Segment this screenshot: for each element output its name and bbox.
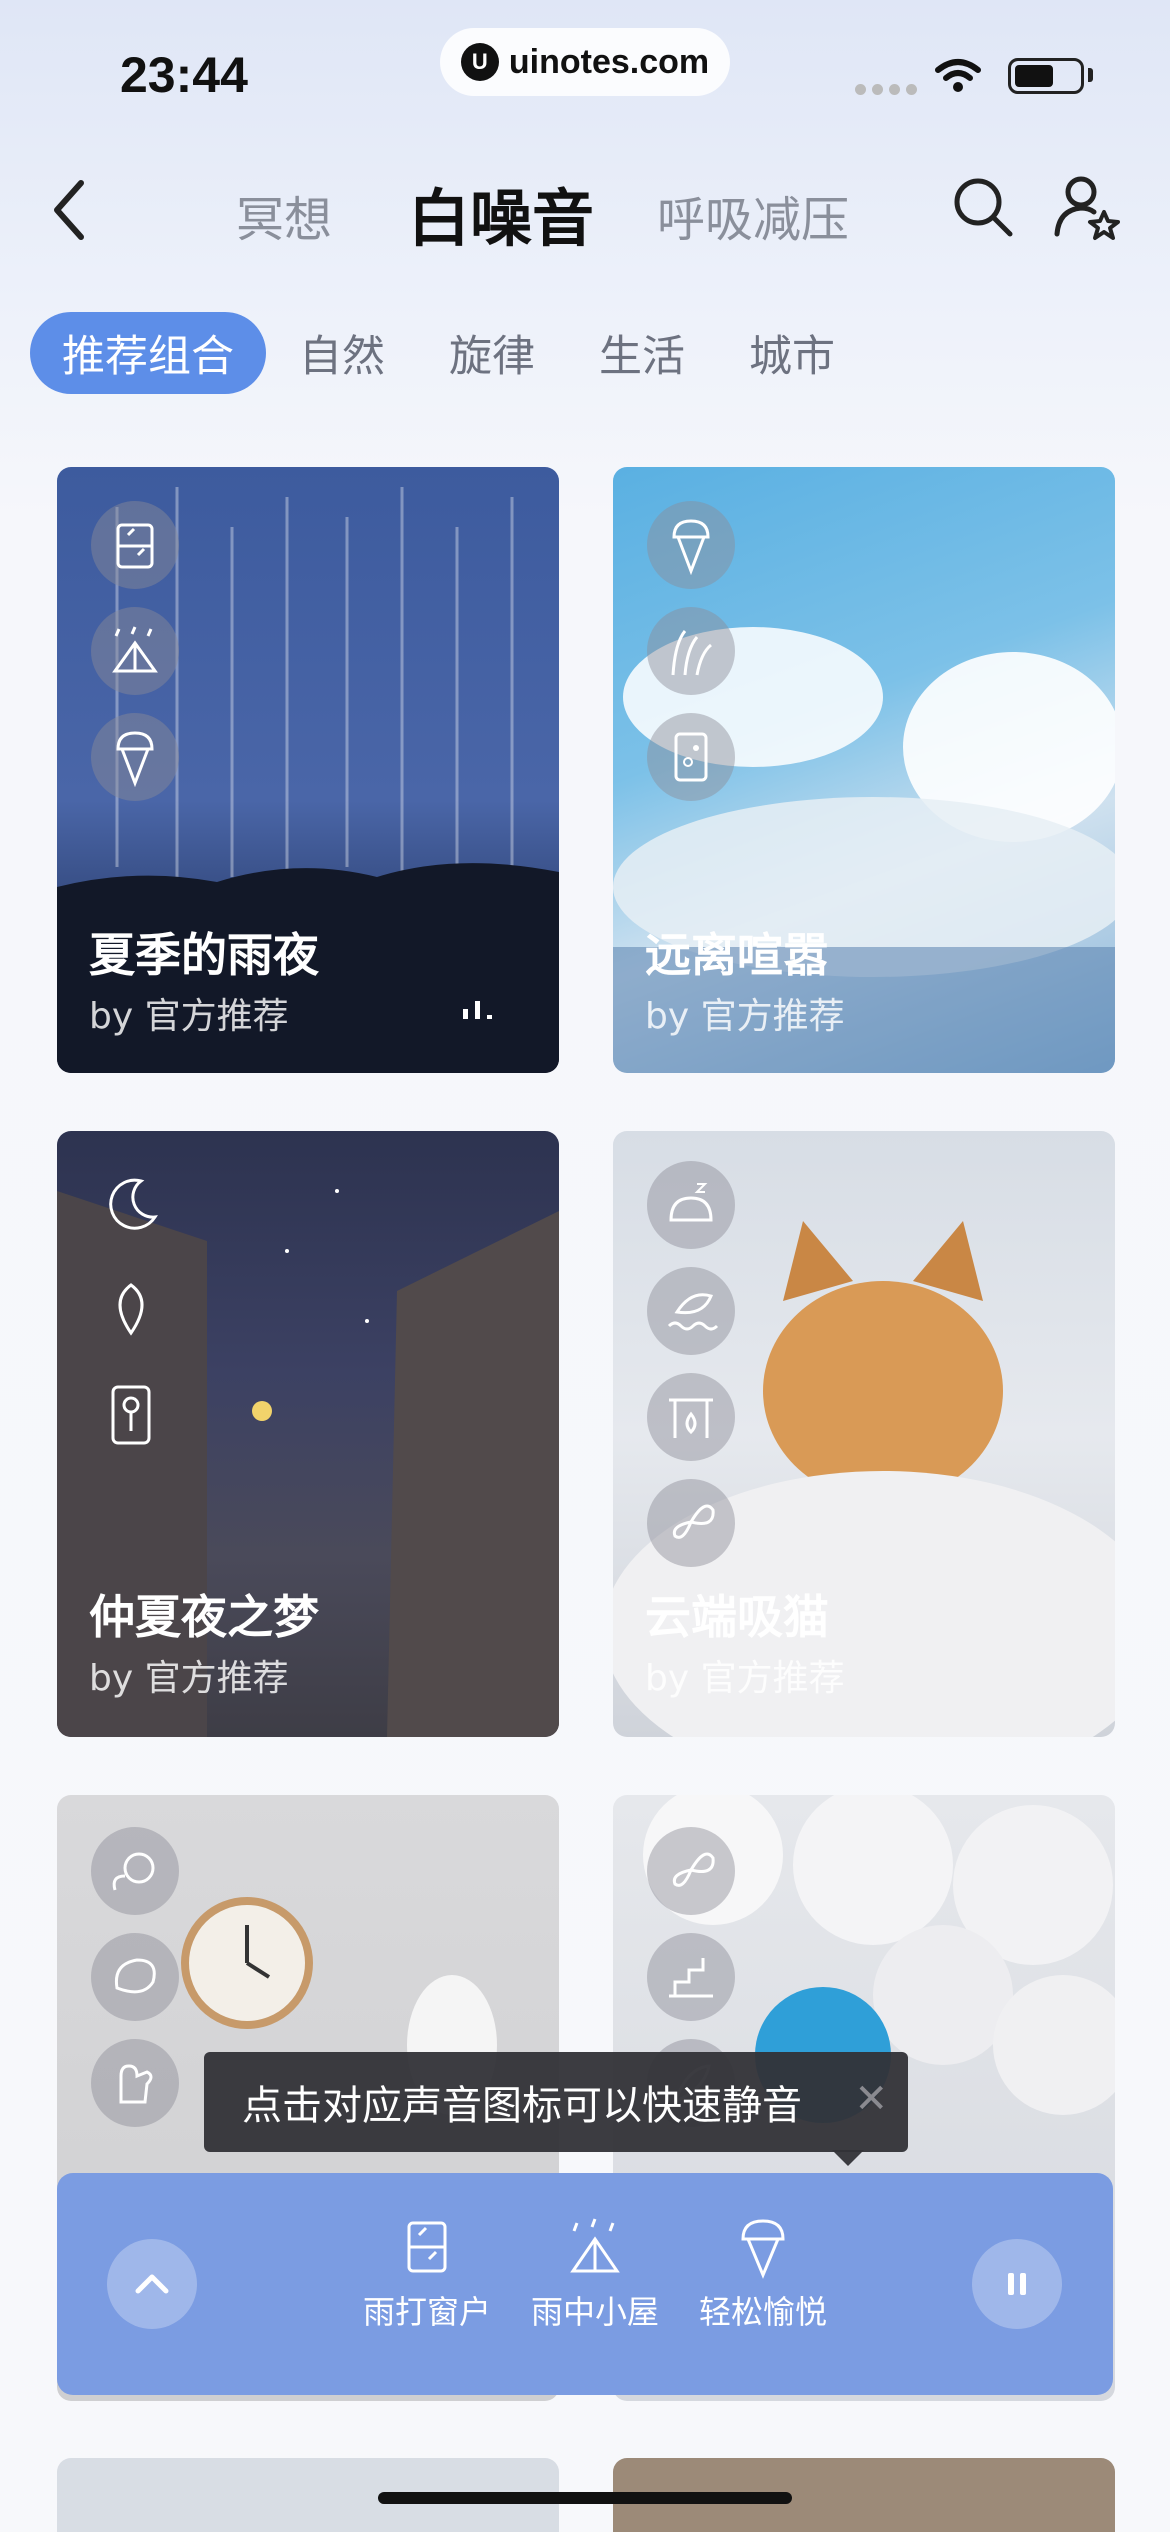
user-favorite-icon[interactable] xyxy=(1053,172,1123,242)
toast-text: 点击对应声音图标可以快速静音 xyxy=(242,2083,802,2129)
card-summer-rain-night[interactable]: 夏季的雨夜 by 官方推荐 xyxy=(57,467,559,1073)
stairs-icon[interactable] xyxy=(647,1933,735,2021)
toast-pointer xyxy=(832,2150,864,2166)
wave-leaf-icon[interactable] xyxy=(647,1267,735,1355)
category-city[interactable]: 城市 xyxy=(742,312,842,394)
butterfly-icon[interactable] xyxy=(647,1827,735,1915)
battery-icon xyxy=(1008,58,1084,94)
mute-tip-toast: 点击对应声音图标可以快速静音 ✕ xyxy=(204,2052,908,2152)
home-indicator[interactable] xyxy=(378,2492,792,2504)
moon-icon[interactable] xyxy=(101,1175,161,1239)
card-cloud-cat[interactable]: 云端吸猫 by 官方推荐 xyxy=(613,1131,1115,1737)
back-icon[interactable] xyxy=(45,175,95,245)
card-author: by 官方推荐 xyxy=(645,1658,845,1699)
playing-indicator-icon xyxy=(463,1001,492,1019)
battery-tip xyxy=(1088,68,1093,82)
url-pill[interactable]: U uinotes.com xyxy=(440,28,730,96)
leaf-moon-icon[interactable] xyxy=(101,1279,161,1343)
category-nature[interactable]: 自然 xyxy=(292,312,392,394)
wifi-icon xyxy=(935,59,981,92)
player-sound-label: 雨中小屋 xyxy=(530,2293,659,2331)
rain-tent-icon xyxy=(570,2218,620,2273)
card-title: 远离喧嚣 xyxy=(645,928,829,982)
category-melody[interactable]: 旋律 xyxy=(442,312,542,394)
bread-icon[interactable] xyxy=(91,1933,179,2021)
card-author: by 官方推荐 xyxy=(89,1658,289,1699)
player-sound-ice-cream[interactable]: 轻松愉悦 xyxy=(688,2215,838,2333)
tab-white-noise[interactable]: 白噪音 xyxy=(408,168,594,258)
tab-meditation[interactable]: 冥想 xyxy=(236,180,332,250)
player-sound-label: 轻松愉悦 xyxy=(698,2293,827,2331)
category-recommended[interactable]: 推荐组合 xyxy=(30,312,266,394)
card-midsummer-dream[interactable]: 仲夏夜之梦 by 官方推荐 xyxy=(57,1131,559,1737)
fireplace-icon[interactable] xyxy=(647,1373,735,1461)
site-logo-icon: U xyxy=(460,43,499,81)
ice-cream-icon[interactable] xyxy=(91,713,179,801)
search-icon[interactable] xyxy=(948,172,1018,242)
pause-icon[interactable] xyxy=(972,2239,1062,2329)
card-title: 夏季的雨夜 xyxy=(89,928,319,982)
scroll-icon[interactable] xyxy=(647,713,735,801)
ice-cream-icon xyxy=(741,2219,785,2279)
ice-cream-icon[interactable] xyxy=(647,501,735,589)
sleeping-cat-icon[interactable] xyxy=(647,1161,735,1249)
url-text: uinotes.com xyxy=(508,42,710,81)
rain-tent-icon[interactable] xyxy=(91,607,179,695)
grass-icon[interactable] xyxy=(647,607,735,695)
status-time: 23:44 xyxy=(120,47,248,103)
card-title: 仲夏夜之梦 xyxy=(89,1590,319,1644)
player-sound-window-rain[interactable]: 雨打窗户 xyxy=(352,2215,502,2333)
window-rain-icon xyxy=(407,2221,447,2273)
tab-breathing[interactable]: 呼吸减压 xyxy=(657,180,849,250)
player-sound-label: 雨打窗户 xyxy=(362,2293,491,2331)
card-title: 云端吸猫 xyxy=(645,1590,829,1644)
card-away-from-noise[interactable]: 远离喧嚣 by 官方推荐 xyxy=(613,467,1115,1073)
cellular-signal-icon xyxy=(855,84,917,95)
dish-icon[interactable] xyxy=(91,1827,179,1915)
window-rain-icon[interactable] xyxy=(91,501,179,589)
player-sound-rain-tent[interactable]: 雨中小屋 xyxy=(520,2215,670,2333)
glove-icon[interactable] xyxy=(91,2039,179,2127)
clock-pendulum-icon[interactable] xyxy=(101,1383,161,1451)
close-icon[interactable]: ✕ xyxy=(854,2076,888,2122)
butterfly-icon[interactable] xyxy=(647,1479,735,1567)
card-author: by 官方推荐 xyxy=(89,996,289,1037)
chevron-up-icon[interactable] xyxy=(107,2239,197,2329)
category-life[interactable]: 生活 xyxy=(592,312,692,394)
card-author: by 官方推荐 xyxy=(645,996,845,1037)
